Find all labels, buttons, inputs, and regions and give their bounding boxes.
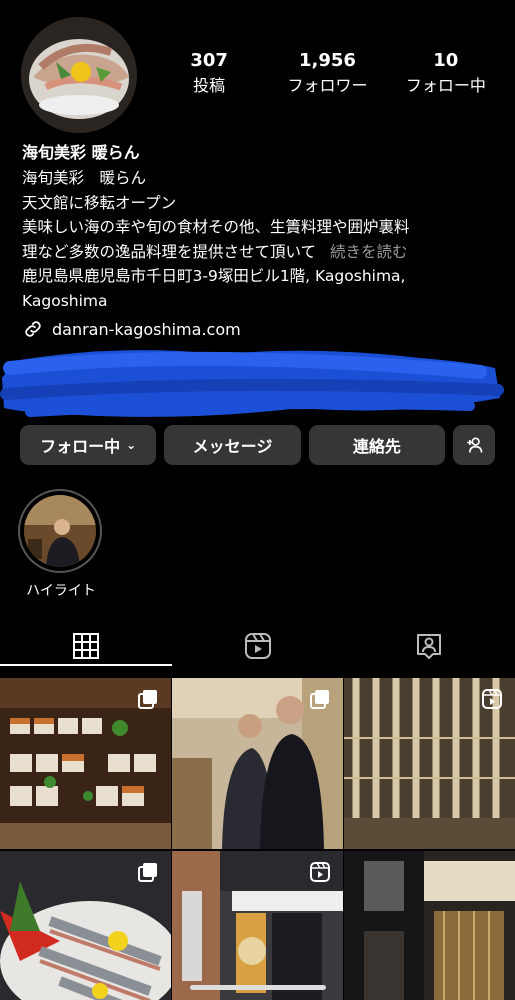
- reel-icon: [310, 862, 330, 882]
- contact-button-label: 連絡先: [352, 437, 401, 456]
- bio-line-with-more: 理など多数の逸品料理を提供させて頂いて 続きを読む: [22, 240, 502, 265]
- following-label: フォロー中: [405, 76, 486, 95]
- chevron-down-icon: ⌄: [126, 438, 137, 452]
- followers-stat[interactable]: 1,956 フォロワー: [268, 50, 386, 98]
- bio-line: 天文館に移転オープン: [22, 193, 177, 212]
- tagged-person-icon: [417, 634, 442, 659]
- bio-line: 美味しい海の幸や旬の食材その他、生簀料理や囲炉裏料: [22, 218, 410, 236]
- following-stat[interactable]: 10 フォロー中: [387, 50, 505, 98]
- highlight-ring: [18, 489, 102, 573]
- redaction-scribble: [0, 350, 504, 417]
- address-line[interactable]: 鹿児島県鹿児島市千日町3-9塚田ビル1階, Kagoshima,: [22, 264, 502, 289]
- add-person-icon: [467, 437, 483, 453]
- profile-bio: 海旬美彩 暖らん 海旬美彩 暖らん 天文館に移転オープン 美味しい海の幸や旬の食…: [22, 140, 502, 313]
- home-indicator: [190, 985, 326, 990]
- post-thumbnail[interactable]: [0, 678, 171, 849]
- reels-icon: [244, 633, 271, 659]
- address-line[interactable]: Kagoshima: [22, 289, 502, 314]
- followers-label: フォロワー: [287, 76, 368, 95]
- grid-icon: [72, 633, 99, 659]
- posts-stat[interactable]: 307 投稿: [150, 50, 268, 98]
- multi-photo-icon: [138, 863, 157, 882]
- bio-line: 理など多数の逸品料理を提供させて頂いて: [22, 242, 317, 261]
- post-thumbnail[interactable]: [0, 851, 171, 1000]
- story-highlight[interactable]: ハイライト: [18, 489, 104, 600]
- posts-grid: [0, 678, 515, 1000]
- suggest-users-button[interactable]: [452, 425, 495, 465]
- reel-icon: [482, 689, 502, 709]
- following-count: 10: [433, 50, 459, 71]
- posts-count: 307: [190, 50, 228, 71]
- tab-tagged[interactable]: [343, 620, 515, 672]
- website-link[interactable]: danran-kagoshima.com: [22, 318, 241, 340]
- highlight-label: ハイライト: [26, 583, 96, 599]
- following-button-label: フォロー中: [40, 437, 121, 456]
- post-thumbnail[interactable]: [172, 678, 343, 849]
- message-button-label: メッセージ: [192, 437, 273, 456]
- active-tab-indicator: [0, 664, 172, 666]
- profile-name: 海旬美彩 暖らん: [22, 143, 140, 162]
- highlight-thumbnail: [24, 495, 96, 567]
- contact-button[interactable]: 連絡先: [308, 425, 445, 465]
- post-thumbnail[interactable]: [172, 851, 343, 1000]
- posts-label: 投稿: [193, 76, 226, 95]
- followers-count: 1,956: [299, 50, 356, 71]
- message-button[interactable]: メッセージ: [164, 425, 301, 465]
- read-more-link[interactable]: 続きを読む: [330, 243, 408, 261]
- multi-photo-icon: [310, 690, 329, 709]
- tab-reels[interactable]: [172, 620, 344, 672]
- profile-avatar[interactable]: [21, 17, 137, 133]
- link-icon: [25, 321, 41, 337]
- profile-stats: 307 投稿 1,956 フォロワー 10 フォロー中: [150, 50, 505, 98]
- post-thumbnail[interactable]: [344, 678, 515, 849]
- profile-actions: フォロー中 ⌄ メッセージ 連絡先: [20, 425, 495, 465]
- post-thumbnail[interactable]: [344, 851, 515, 1000]
- following-button[interactable]: フォロー中 ⌄: [20, 425, 157, 465]
- website-url: danran-kagoshima.com: [52, 319, 241, 339]
- bio-line: 海旬美彩 暖らん: [22, 169, 147, 187]
- multi-photo-icon: [138, 690, 157, 709]
